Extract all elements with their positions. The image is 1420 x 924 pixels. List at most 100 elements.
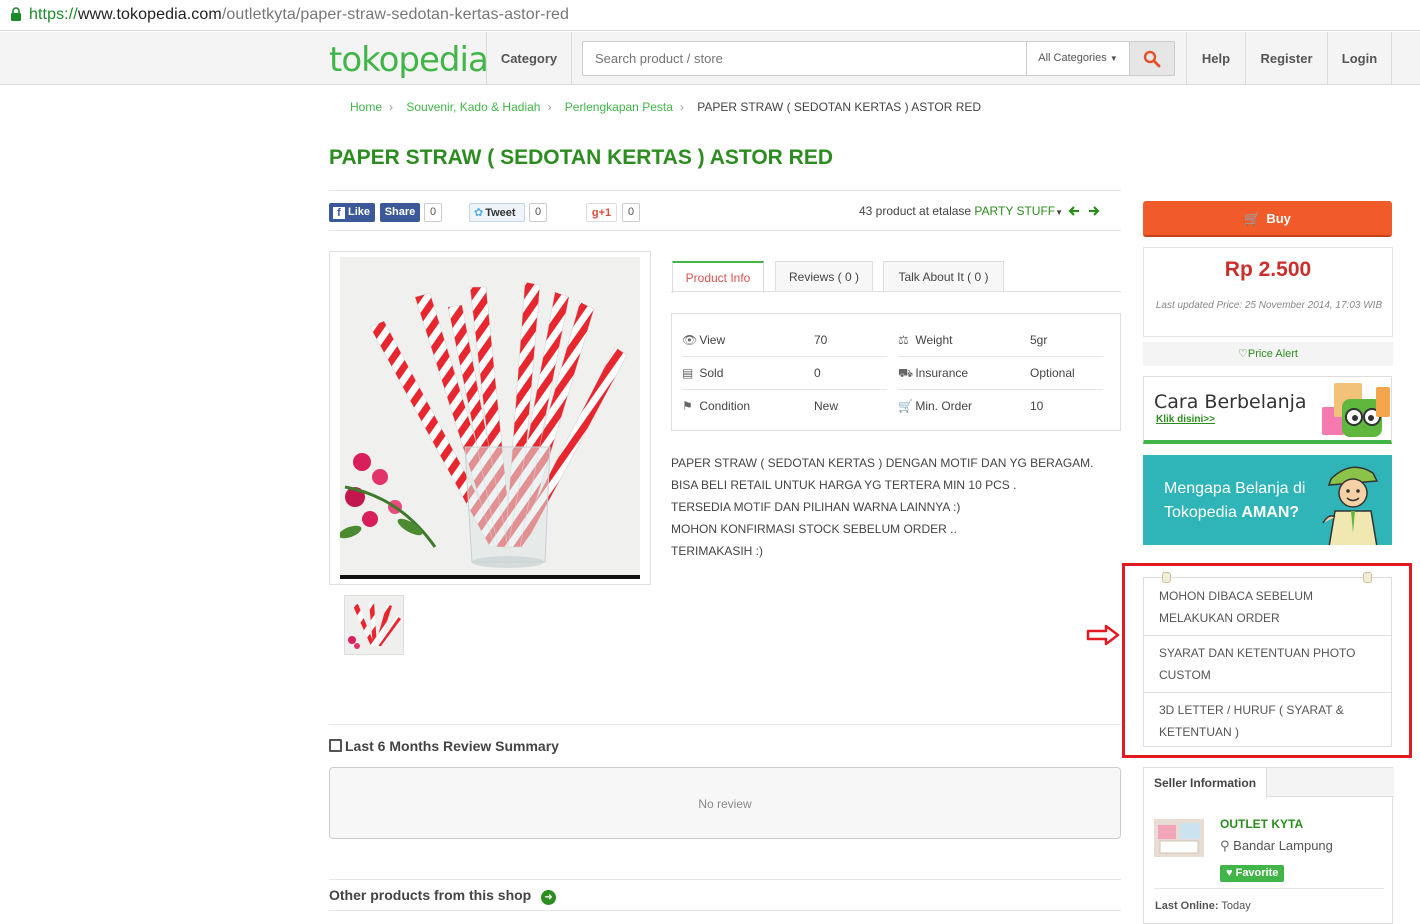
paper-straw-photo [340,257,640,579]
info-condition: ⚑ Condition [682,390,750,423]
shop-note-item[interactable]: SYARAT DAN KETENTUAN PHOTO CUSTOM [1159,642,1379,686]
belanja-aman-banner[interactable]: Mengapa Belanja di Tokopedia AMAN? [1143,455,1392,545]
klik-disini-link[interactable]: Klik disini>> [1156,414,1215,425]
price-alert-button[interactable]: ♡Price Alert [1143,342,1393,366]
tab-underline [671,291,1121,292]
pin-icon [1162,572,1171,583]
google-plus-icon: g [591,207,599,219]
info-weight: ⚖ Weight [898,324,952,357]
shop-note-item[interactable]: MOHON DIBACA SEBELUM MELAKUKAN ORDER [1159,585,1379,629]
breadcrumb-category[interactable]: Souvenir, Kado & Hadiah [406,100,540,114]
header-divider [571,32,572,85]
arrow-right-icon[interactable] [1088,205,1100,217]
other-products-title[interactable]: Other products from this shop ➜ [329,887,557,905]
cara-berbelanja-banner[interactable]: Cara Berbelanja Klik disini>> [1143,376,1392,444]
breadcrumb-subcategory[interactable]: Perlengkapan Pesta [565,100,673,114]
tag-icon: ⚑ [682,399,693,413]
courier-mascot-illustration [1322,466,1379,545]
heart-icon: ♥ [1226,867,1233,879]
header-divider [1391,32,1392,85]
divider [1144,635,1391,636]
tweet-button[interactable]: ✿ Tweet [469,203,525,222]
no-review-box: No review [329,767,1121,839]
tab-talk-about-it[interactable]: Talk About It ( 0 ) [883,261,1004,292]
shop-notes-list: MOHON DIBACA SEBELUM MELAKUKAN ORDER SYA… [1143,572,1392,747]
pin-icon [1363,572,1372,583]
lock-icon [11,7,21,21]
search-button[interactable] [1130,41,1175,76]
review-summary-title: Last 6 Months Review Summary [329,738,559,754]
breadcrumb-home[interactable]: Home [350,100,382,114]
product-thumbnail[interactable] [344,595,404,655]
facebook-icon: f [333,207,345,219]
divider [329,230,1121,231]
info-sold-value: 0 [814,366,821,380]
cart-icon: 🛒 [898,399,913,413]
truck-icon: ⛟ [898,366,914,380]
help-link[interactable]: Help [1187,32,1245,85]
facebook-share-button[interactable]: Share [380,203,420,222]
last-updated-price: Last updated Price: 25 November 2014, 17… [1155,300,1383,311]
mascot-shopping-illustration [1322,383,1390,437]
product-info-table: 👁 View 70 ⚖ Weight 5gr ▤ Sold 0 ⛟ Insura… [671,313,1121,431]
url-text: https://www.tokopedia.com/outletkyta/pap… [29,6,569,23]
caret-down-icon: ▼ [1055,208,1064,217]
info-view: 👁 View [682,324,725,357]
arrow-left-icon[interactable] [1068,205,1080,217]
favorite-button[interactable]: ♥ Favorite [1220,865,1285,882]
divider [329,724,1121,725]
shop-name-link[interactable]: OUTLET KYTA [1220,817,1303,831]
google-plus-button[interactable]: g+1 [586,203,617,222]
product-image[interactable] [329,251,651,585]
etalase-link[interactable]: PARTY STUFF [974,204,1055,218]
shop-note-item[interactable]: 3D LETTER / HURUF ( SYARAT & KETENTUAN ) [1159,699,1379,743]
search-box: All Categories ▼ [582,41,1130,76]
divider [329,190,1121,191]
caret-down-icon: ▼ [1109,54,1118,63]
tokopedia-logo[interactable]: tokopedia [329,40,489,80]
info-view-value: 70 [814,333,828,347]
breadcrumb: Home › Souvenir, Kado & Hadiah › Perlengka… [350,100,988,114]
facebook-count: 0 [424,203,443,222]
tab-reviews[interactable]: Reviews ( 0 ) [775,261,873,292]
shop-avatar[interactable] [1154,819,1204,857]
chevron-right-icon: › [679,100,684,114]
product-title: PAPER STRAW ( SEDOTAN KERTAS ) ASTOR RED [329,146,834,169]
browser-address-bar[interactable]: https://www.tokopedia.com/outletkyta/pap… [0,0,1420,31]
category-menu[interactable]: Category [487,32,571,85]
arrow-circle-right-icon: ➜ [541,890,557,905]
tab-seller-information[interactable]: Seller Information [1144,768,1268,798]
tweet-count: 0 [529,203,548,222]
chevron-right-icon: › [389,100,394,114]
shop-location: ⚲ Bandar Lampung [1220,838,1333,853]
chevron-right-icon: › [547,100,552,114]
twitter-icon: ✿ [474,207,484,219]
search-input[interactable] [583,42,1023,75]
price: Rp 2.500 [1224,258,1312,281]
info-min-order-value: 10 [1030,399,1044,413]
etalase-info: 43 product at etalase PARTY STUFF▼ [859,204,1064,218]
bell-icon: ♡ [1237,348,1248,360]
info-sold: ▤ Sold [682,357,723,390]
tab-product-info[interactable]: Product Info [672,261,764,293]
divider [329,910,1121,911]
login-link[interactable]: Login [1328,32,1391,85]
seller-header: Seller Information [1144,768,1394,798]
price-box: Rp 2.500 Last updated Price: 25 November… [1143,247,1393,337]
divider [1154,888,1384,889]
facebook-like-button[interactable]: f Like [329,203,375,222]
product-description: PAPER STRAW ( SEDOTAN KERTAS ) DENGAN MO… [671,456,1094,558]
register-link[interactable]: Register [1246,32,1327,85]
search-icon [1143,50,1161,68]
info-condition-value: New [814,399,839,413]
eye-icon: 👁 [682,333,698,347]
info-weight-value: 5gr [1030,333,1048,347]
annotation-arrow-icon [1086,624,1120,646]
all-categories-select[interactable]: All Categories ▼ [1026,42,1129,75]
divider [329,879,1121,880]
buy-button[interactable]: 🛒 Buy [1143,201,1392,237]
map-marker-icon: ⚲ [1220,838,1230,853]
info-insurance: ⛟ Insurance [898,357,968,390]
site-header: tokopedia Category All Categories ▼ Help… [0,32,1420,85]
last-online: Last Online: Today [1155,900,1251,912]
